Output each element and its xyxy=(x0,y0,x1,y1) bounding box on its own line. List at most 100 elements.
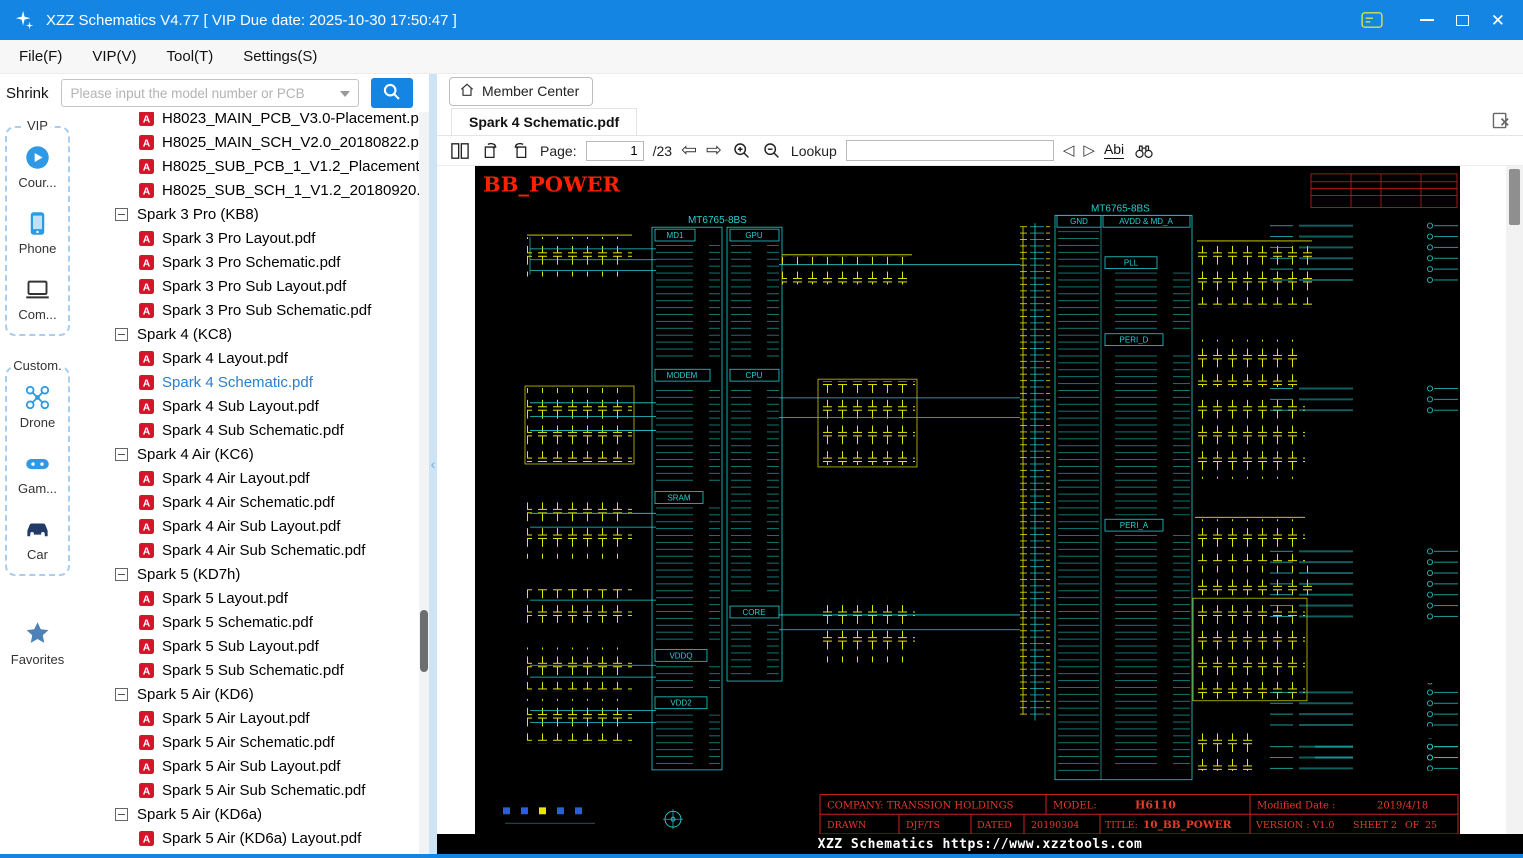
shrink-button[interactable]: Shrink xyxy=(6,85,49,102)
tree-file-item[interactable]: A Spark 4 Sub Layout.pdf xyxy=(75,394,419,418)
tree-file-item[interactable]: A H8025_SUB_SCH_1_V1.2_20180920.pdf xyxy=(75,178,419,202)
tree-file-item[interactable]: A Spark 5 Air (KD6a) Layout.pdf xyxy=(75,826,419,850)
tree-file-label: H8025_SUB_SCH_1_V1.2_20180920.pdf xyxy=(162,181,419,199)
close-document-icon[interactable] xyxy=(1492,112,1511,129)
maximize-button[interactable] xyxy=(1455,14,1469,26)
tree-file-item[interactable]: A Spark 5 Air Sub Schematic.pdf xyxy=(75,778,419,802)
tree-file-item[interactable]: A Spark 5 Air Sub Layout.pdf xyxy=(75,754,419,778)
vip-card-icon[interactable] xyxy=(1360,11,1384,29)
chevron-down-icon[interactable] xyxy=(339,91,350,97)
search-button[interactable] xyxy=(370,78,413,108)
statusbar-text: XZZ Schematics https://www.xzztools.com xyxy=(817,836,1143,852)
minimize-button[interactable] xyxy=(1419,19,1434,21)
tree-group-item[interactable]: Spark 3 Pro (KB8) xyxy=(75,202,419,226)
pdf-scrollbar-thumb[interactable] xyxy=(1509,169,1520,225)
tree-file-item[interactable]: A Spark 4 Air Sub Layout.pdf xyxy=(75,514,419,538)
svg-text:A: A xyxy=(143,282,151,293)
tree-group-item[interactable]: Spark 4 (KC8) xyxy=(75,322,419,346)
tree-file-label: Spark 5 Layout.pdf xyxy=(162,589,288,607)
sidebar-item-phone[interactable]: Phone xyxy=(19,210,56,256)
collapse-icon[interactable] xyxy=(115,687,128,701)
pdf-icon: A xyxy=(139,182,154,198)
sidebar-item-cour[interactable]: Cour... xyxy=(18,144,57,190)
tree-file-item[interactable]: A Spark 4 Air Layout.pdf xyxy=(75,466,419,490)
tree-group-item[interactable]: Spark 5 Air (KD6a) xyxy=(75,802,419,826)
tree-file-item[interactable]: A Spark 4 Schematic.pdf xyxy=(75,370,419,394)
menu-item-file[interactable]: File(F) xyxy=(4,48,77,65)
svg-text:A: A xyxy=(143,522,151,533)
tree-file-item[interactable]: A Spark 5 Layout.pdf xyxy=(75,586,419,610)
sidebar-item-com[interactable]: Com... xyxy=(18,276,57,322)
menu-item-settings[interactable]: Settings(S) xyxy=(228,48,332,65)
tree-file-item[interactable]: A Spark 4 Sub Schematic.pdf xyxy=(75,418,419,442)
tree-file-item[interactable]: A Spark 5 Sub Schematic.pdf xyxy=(75,658,419,682)
binoculars-search-icon[interactable] xyxy=(1133,142,1155,160)
tree-scrollbar-thumb[interactable] xyxy=(420,610,428,672)
tree-group-item[interactable]: Spark 5 (KD7h) xyxy=(75,562,419,586)
sidebar-item-drone[interactable]: Drone xyxy=(20,384,55,430)
tree-group-label: Spark 4 (KC8) xyxy=(137,325,233,343)
page-number-input[interactable] xyxy=(585,140,644,161)
tab-spark4-schematic[interactable]: Spark 4 Schematic.pdf xyxy=(451,108,638,135)
tree-file-item[interactable]: A Spark 3 Pro Layout.pdf xyxy=(75,226,419,250)
close-button[interactable]: ✕ xyxy=(1491,12,1505,29)
svg-text:CPU: CPU xyxy=(746,371,763,380)
pdf-scrollbar[interactable] xyxy=(1506,166,1523,834)
tree-file-item[interactable]: A H8025_MAIN_SCH_V2.0_20180822.pdf xyxy=(75,130,419,154)
collapse-icon[interactable] xyxy=(115,447,128,461)
model-search-combobox[interactable] xyxy=(60,79,359,107)
svg-text:A: A xyxy=(143,594,151,605)
tree-file-item[interactable]: A Spark 5 Sub Layout.pdf xyxy=(75,634,419,658)
tree-file-item[interactable]: A Spark 5 Air Layout.pdf xyxy=(75,706,419,730)
collapse-icon[interactable] xyxy=(115,327,128,341)
svg-text:A: A xyxy=(143,258,151,269)
menu-item-tool[interactable]: Tool(T) xyxy=(152,48,229,65)
tree-file-item[interactable]: A Spark 4 Air Sub Schematic.pdf xyxy=(75,538,419,562)
tree-group-item[interactable]: Spark 4 Air (KC6) xyxy=(75,442,419,466)
tree-file-item[interactable]: A Spark 3 Pro Sub Schematic.pdf xyxy=(75,298,419,322)
svg-text:A: A xyxy=(143,138,151,149)
schematic-canvas[interactable]: BB_POWER MT6765-8BS MD1 GPU MODEM CPU SR… xyxy=(475,166,1460,834)
menu-item-vip[interactable]: VIP(V) xyxy=(77,48,151,65)
schematic-page[interactable]: BB_POWER MT6765-8BS MD1 GPU MODEM CPU SR… xyxy=(475,166,1460,834)
collapse-panel-icon[interactable]: ‹ xyxy=(431,456,436,472)
panel-splitter[interactable]: ‹ xyxy=(429,74,437,854)
previous-page-icon[interactable]: ⇦ xyxy=(681,141,697,160)
svg-text:GND: GND xyxy=(1070,217,1088,226)
zoom-out-icon[interactable] xyxy=(761,141,782,160)
tree-file-item[interactable]: A Spark 4 Air Schematic.pdf xyxy=(75,490,419,514)
tree-file-item[interactable]: A H8023_MAIN_PCB_V3.0-Placement.pdf xyxy=(75,112,419,130)
collapse-icon[interactable] xyxy=(115,567,128,581)
zoom-in-icon[interactable] xyxy=(731,141,752,160)
member-center-button[interactable]: Member Center xyxy=(449,76,594,106)
collapse-icon[interactable] xyxy=(115,207,128,221)
tree-file-item[interactable]: A Spark 5 Air Schematic.pdf xyxy=(75,730,419,754)
pdf-icon: A xyxy=(139,350,154,366)
tree-group-item[interactable]: Spark 5 Air (KD6) xyxy=(75,682,419,706)
next-page-icon[interactable]: ⇨ xyxy=(706,141,722,160)
collapse-icon[interactable] xyxy=(115,807,128,821)
tree-file-item[interactable]: A Spark 3 Pro Schematic.pdf xyxy=(75,250,419,274)
lookup-input[interactable] xyxy=(845,140,1054,161)
tree-file-item[interactable]: A Spark 3 Pro Sub Layout.pdf xyxy=(75,274,419,298)
search-icon xyxy=(381,81,402,105)
sidebar-item-gam[interactable]: Gam... xyxy=(18,450,57,496)
tree-file-item[interactable]: A Spark 4 Layout.pdf xyxy=(75,346,419,370)
sidebar-group-title: VIP xyxy=(24,118,51,133)
model-search-input[interactable] xyxy=(61,80,358,106)
tree-scrollbar[interactable] xyxy=(419,112,429,854)
sidebar-item-favorites[interactable]: Favorites xyxy=(0,620,75,667)
tree-file-item[interactable]: A H8025_SUB_PCB_1_V1.2_Placement.pdf xyxy=(75,154,419,178)
text-select-tool-icon[interactable]: Abi xyxy=(1103,141,1125,159)
thumbnail-panel-icon[interactable] xyxy=(449,142,471,160)
find-previous-icon[interactable]: ◁ xyxy=(1063,143,1075,158)
sidebar-item-car[interactable]: Car xyxy=(24,516,51,562)
svg-text:A: A xyxy=(143,546,151,557)
tree-file-item[interactable]: A Spark 5 Schematic.pdf xyxy=(75,610,419,634)
rotate-cw-icon[interactable] xyxy=(510,141,531,160)
tree-file-label: Spark 3 Pro Layout.pdf xyxy=(162,229,316,247)
find-next-icon[interactable]: ▷ xyxy=(1083,143,1095,158)
svg-text:MD1: MD1 xyxy=(667,231,684,240)
rotate-ccw-icon[interactable] xyxy=(480,141,501,160)
tree-file-label: Spark 4 Air Schematic.pdf xyxy=(162,493,335,511)
